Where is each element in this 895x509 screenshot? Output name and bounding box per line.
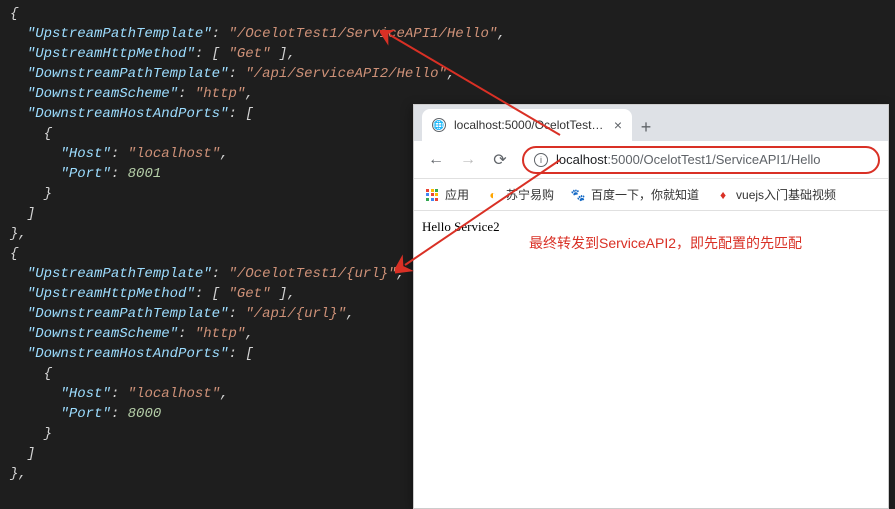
browser-window: 🌐 localhost:5000/OcelotTest1/Se × + ← → … — [413, 104, 889, 509]
baidu-icon: 🐾 — [570, 187, 586, 203]
back-button[interactable]: ← — [422, 146, 450, 174]
close-icon[interactable]: × — [614, 117, 622, 133]
suning-icon: ◐ — [485, 187, 501, 203]
bookmark-vuejs[interactable]: ♦ vuejs入门基础视频 — [715, 186, 836, 203]
bookmark-apps[interactable]: 应用 — [424, 186, 469, 203]
address-bar[interactable]: i localhost:5000/OcelotTest1/ServiceAPI1… — [522, 146, 880, 174]
info-icon[interactable]: i — [534, 153, 548, 167]
bookmark-baidu[interactable]: 🐾 百度一下，你就知道 — [570, 186, 699, 203]
reload-button[interactable]: ⟳ — [486, 146, 514, 174]
bookmarks-bar: 应用 ◐ 苏宁易购 🐾 百度一下，你就知道 ♦ vuejs入门基础视频 — [414, 179, 888, 211]
new-tab-button[interactable]: + — [632, 113, 660, 141]
browser-toolbar: ← → ⟳ i localhost:5000/OcelotTest1/Servi… — [414, 141, 888, 179]
url-text: localhost:5000/OcelotTest1/ServiceAPI1/H… — [556, 152, 821, 167]
browser-tab[interactable]: 🌐 localhost:5000/OcelotTest1/Se × — [422, 109, 632, 141]
bookmark-suning[interactable]: ◐ 苏宁易购 — [485, 186, 554, 203]
tab-title: localhost:5000/OcelotTest1/Se — [454, 118, 606, 132]
vuejs-icon: ♦ — [715, 187, 731, 203]
response-text: Hello Service2 — [422, 219, 500, 234]
apps-icon — [424, 187, 440, 203]
globe-icon: 🌐 — [432, 118, 446, 132]
annotation-text: 最终转发到ServiceAPI2，即先配置的先匹配 — [529, 233, 802, 253]
forward-button[interactable]: → — [454, 146, 482, 174]
tab-bar: 🌐 localhost:5000/OcelotTest1/Se × + — [414, 105, 888, 141]
